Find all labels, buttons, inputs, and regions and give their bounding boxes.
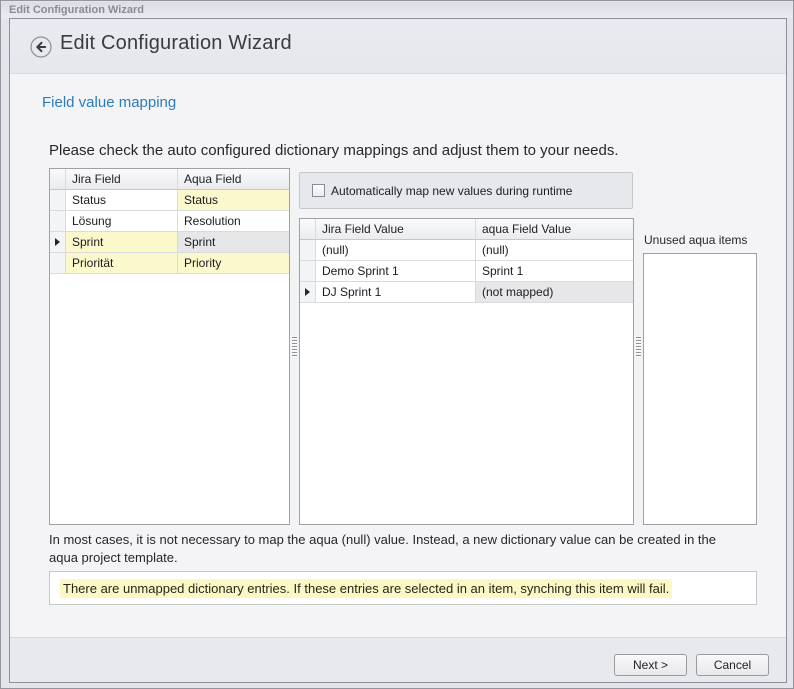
row-indicator-cell xyxy=(50,253,66,274)
cell-aqua-field-value[interactable]: (not mapped) xyxy=(476,282,633,303)
auto-map-panel: Automatically map new values during runt… xyxy=(299,172,633,209)
cell-aqua-field[interactable]: Resolution xyxy=(178,211,289,232)
column-header-aqua-field-value[interactable]: aqua Field Value xyxy=(476,219,633,240)
next-button[interactable]: Next > xyxy=(614,654,687,676)
cancel-button[interactable]: Cancel xyxy=(696,654,769,676)
cell-jira-field[interactable]: Status xyxy=(66,190,178,211)
cell-jira-field-value[interactable]: DJ Sprint 1 xyxy=(316,282,476,303)
current-row-indicator-icon xyxy=(50,232,66,253)
column-header-jira-field[interactable]: Jira Field xyxy=(66,169,178,190)
cell-jira-field-value[interactable]: Demo Sprint 1 xyxy=(316,261,476,282)
grid-header-row: Jira Field Value aqua Field Value xyxy=(300,219,633,240)
table-row[interactable]: Demo Sprint 1 Sprint 1 xyxy=(300,261,633,282)
instruction-text: Please check the auto configured diction… xyxy=(49,142,619,159)
wizard-header: Edit Configuration Wizard xyxy=(10,19,786,74)
column-header-jira-field-value[interactable]: Jira Field Value xyxy=(316,219,476,240)
splitter-grip-icon xyxy=(636,336,641,357)
table-row-selected[interactable]: DJ Sprint 1 (not mapped) xyxy=(300,282,633,303)
warning-box: There are unmapped dictionary entries. I… xyxy=(49,571,757,605)
table-row[interactable]: Status Status xyxy=(50,190,289,211)
edit-configuration-wizard-window: Edit Configuration Wizard Edit Configura… xyxy=(0,0,794,689)
current-row-indicator-icon xyxy=(300,282,316,303)
vertical-splitter-left[interactable] xyxy=(290,168,299,525)
back-arrow-icon xyxy=(30,36,52,58)
auto-map-checkbox[interactable] xyxy=(312,184,325,197)
cell-jira-field[interactable]: Lösung xyxy=(66,211,178,232)
grid-header-row: Jira Field Aqua Field xyxy=(50,169,289,190)
vertical-splitter-right[interactable] xyxy=(634,168,643,525)
unused-aqua-items-listbox[interactable] xyxy=(643,253,757,525)
cell-jira-field-value[interactable]: (null) xyxy=(316,240,476,261)
table-row[interactable]: Lösung Resolution xyxy=(50,211,289,232)
wizard-footer: Next > Cancel xyxy=(10,637,786,682)
window-titlebar[interactable]: Edit Configuration Wizard xyxy=(2,2,792,18)
cell-jira-field[interactable]: Sprint xyxy=(66,232,178,253)
window-title: Edit Configuration Wizard xyxy=(9,4,144,16)
row-indicator-header xyxy=(50,169,66,190)
cell-aqua-field-value[interactable]: Sprint 1 xyxy=(476,261,633,282)
cell-aqua-field[interactable]: Sprint xyxy=(178,232,289,253)
row-indicator-cell xyxy=(50,190,66,211)
unmapped-entries-warning: There are unmapped dictionary entries. I… xyxy=(60,579,672,598)
auto-map-checkbox-label[interactable]: Automatically map new values during runt… xyxy=(331,184,572,198)
table-row-selected[interactable]: Sprint Sprint xyxy=(50,232,289,253)
table-row[interactable]: (null) (null) xyxy=(300,240,633,261)
column-header-aqua-field[interactable]: Aqua Field xyxy=(178,169,289,190)
row-indicator-cell xyxy=(50,211,66,232)
cell-aqua-field[interactable]: Priority xyxy=(178,253,289,274)
unused-aqua-items-label: Unused aqua items xyxy=(644,233,747,247)
wizard-dialog: Edit Configuration Wizard Field value ma… xyxy=(9,18,787,683)
row-indicator-cell xyxy=(300,240,316,261)
page-title: Edit Configuration Wizard xyxy=(60,32,292,55)
cell-jira-field[interactable]: Priorität xyxy=(66,253,178,274)
section-heading: Field value mapping xyxy=(42,94,176,111)
row-indicator-cell xyxy=(300,261,316,282)
table-row[interactable]: Priorität Priority xyxy=(50,253,289,274)
cell-aqua-field[interactable]: Status xyxy=(178,190,289,211)
back-button[interactable] xyxy=(30,36,52,58)
null-mapping-note: In most cases, it is not necessary to ma… xyxy=(49,531,773,567)
field-mapping-grid: Jira Field Aqua Field Status Status Lösu… xyxy=(49,168,290,525)
splitter-grip-icon xyxy=(292,336,297,357)
value-mapping-grid: Jira Field Value aqua Field Value (null)… xyxy=(299,218,634,525)
row-indicator-header xyxy=(300,219,316,240)
cell-aqua-field-value[interactable]: (null) xyxy=(476,240,633,261)
